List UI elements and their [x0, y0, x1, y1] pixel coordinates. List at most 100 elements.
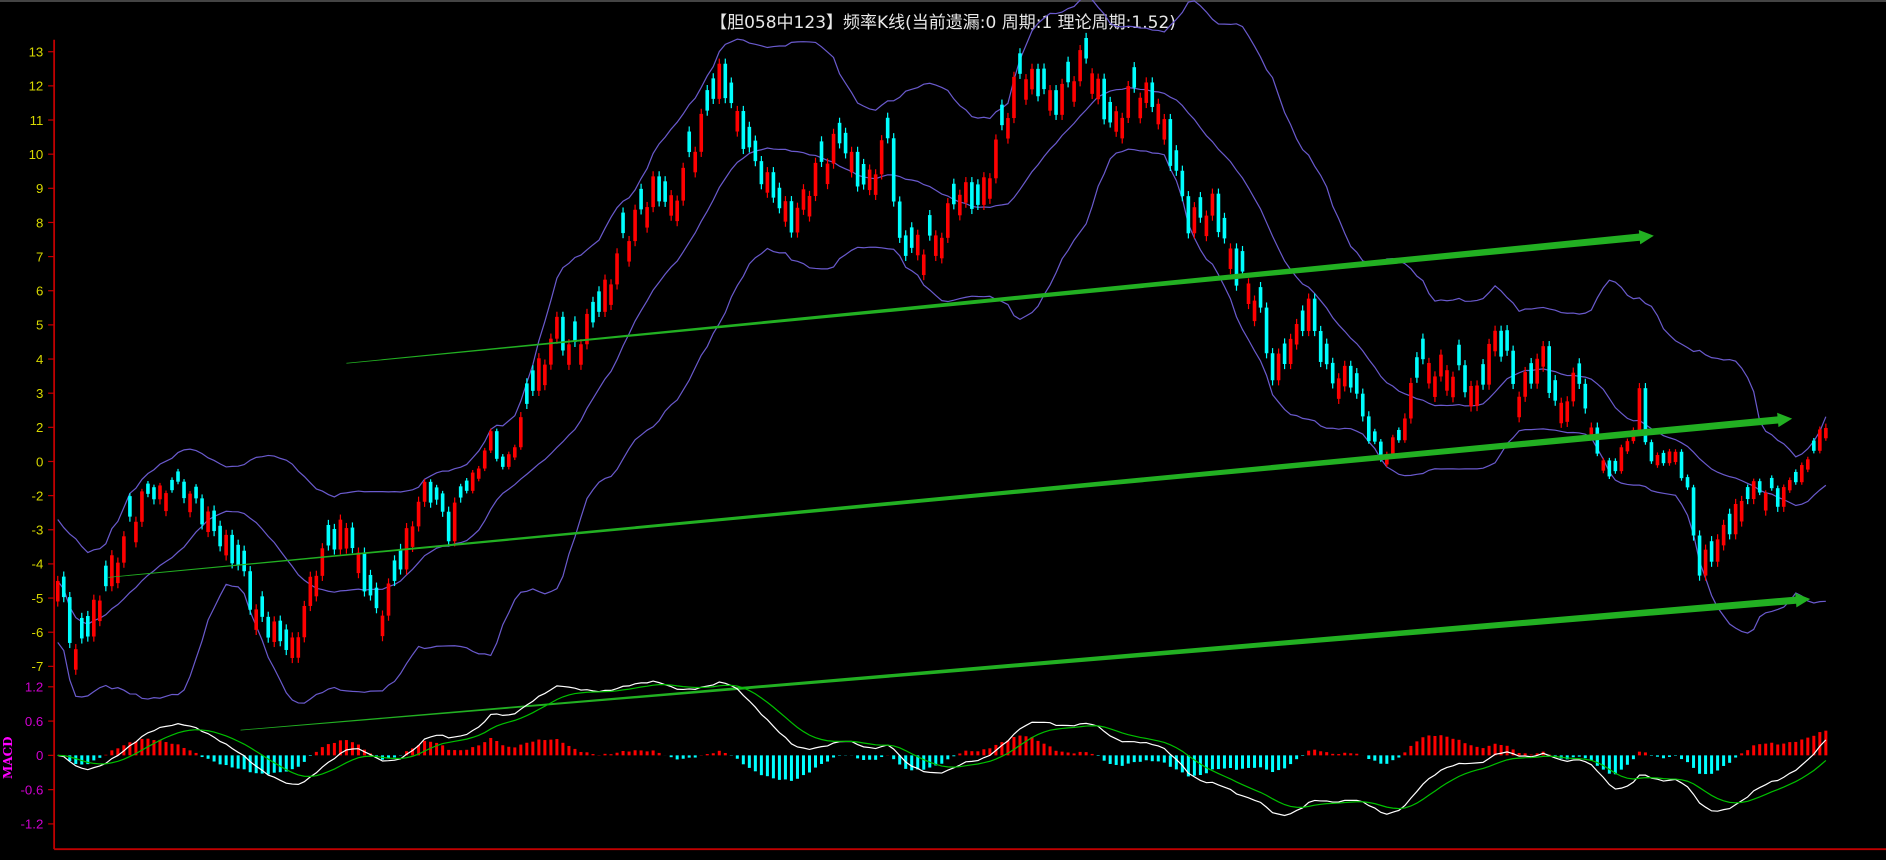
candle-up — [1078, 50, 1082, 82]
candle-down — [1397, 429, 1401, 441]
candle-up — [849, 151, 854, 173]
candle-down — [777, 187, 782, 209]
candle-up — [681, 167, 685, 201]
bollinger-upper — [57, 0, 1827, 554]
candle-down — [573, 321, 577, 342]
candle-down — [1150, 82, 1155, 107]
candle-up — [1559, 402, 1564, 424]
candle-down — [200, 498, 204, 525]
candle-down — [212, 510, 216, 532]
candle-down — [368, 574, 373, 596]
candle-down — [843, 132, 848, 154]
candle-up — [110, 555, 114, 587]
candle-up — [1126, 86, 1131, 118]
candle-up — [567, 344, 571, 365]
candle-down — [1300, 310, 1305, 332]
trend-arrow — [108, 412, 1793, 578]
candle-down — [1812, 440, 1816, 451]
candle-down — [500, 456, 505, 467]
candle-up — [873, 174, 878, 195]
candle-down — [1553, 380, 1558, 401]
candle-up — [1024, 79, 1028, 100]
candle-up — [543, 364, 547, 386]
candle-down — [711, 78, 716, 99]
candle-up — [188, 493, 192, 513]
candle-up — [1060, 83, 1064, 115]
candle-up — [813, 162, 818, 196]
candle-down — [362, 552, 367, 592]
candle-up — [55, 580, 60, 602]
candle-down — [494, 431, 499, 459]
price-tick-label: 13 — [29, 45, 44, 60]
candle-up — [506, 454, 511, 467]
candle-up — [1006, 118, 1010, 139]
price-tick-label: -6 — [32, 625, 44, 640]
candle-up — [1403, 418, 1407, 441]
candle-up — [783, 201, 788, 222]
candle-up — [1138, 97, 1143, 119]
price-y-ticks: 13 12 11 10 9 8 7 6 5 4 3 2 0 -2 -3 -4 -5 -6 -7 — [29, 45, 55, 674]
candle-up — [1012, 76, 1016, 119]
candle-up — [254, 609, 259, 630]
candle-down — [218, 525, 222, 547]
macd-tick-label: 1.2 — [25, 680, 43, 695]
candle-down — [531, 370, 535, 391]
candle-down — [1769, 477, 1774, 489]
candle-up — [795, 207, 800, 233]
candle-down — [1258, 287, 1263, 308]
price-tick-label: 6 — [36, 284, 43, 299]
candle-up — [699, 113, 704, 152]
macd-tick-label: -1.2 — [21, 817, 44, 832]
candle-down — [1222, 217, 1227, 239]
trend-arrow — [240, 593, 1811, 731]
candle-up — [1391, 437, 1395, 455]
candle-down — [1649, 442, 1654, 462]
candle-down — [621, 212, 625, 234]
candle-down — [1595, 427, 1600, 454]
candle-down — [1577, 363, 1582, 384]
candle-up — [1721, 524, 1726, 546]
candle-down — [1174, 150, 1179, 171]
candle-up — [579, 344, 583, 365]
macd-y-ticks: 1.2 0.6 0 -0.6 -1.2 — [21, 680, 55, 832]
candle-up — [825, 163, 830, 185]
candle-up — [1667, 451, 1672, 464]
candle-up — [1192, 207, 1197, 234]
candle-up — [1342, 365, 1347, 387]
candle-down — [1529, 363, 1533, 384]
candle-up — [807, 195, 812, 217]
candle-down — [332, 528, 337, 550]
price-tick-label: 8 — [36, 215, 43, 230]
candle-up — [717, 63, 722, 99]
candle-down — [392, 560, 397, 581]
candle-up — [1571, 372, 1576, 402]
candles — [55, 32, 1828, 675]
candle-down — [591, 301, 595, 323]
candle-down — [1709, 541, 1714, 562]
candle-down — [525, 383, 529, 404]
candle-down — [1415, 357, 1419, 378]
candle-up — [1739, 500, 1744, 522]
candle-down — [1373, 431, 1377, 442]
candle-up — [609, 284, 613, 305]
candle-down — [434, 487, 439, 500]
candle-down — [909, 227, 914, 248]
candle-up — [1048, 90, 1052, 111]
candle-down — [176, 471, 180, 482]
candle-up — [1439, 354, 1443, 377]
candle-up — [994, 139, 998, 179]
candle-down — [1234, 248, 1239, 286]
candle-up — [1162, 119, 1167, 140]
candle-down — [705, 90, 710, 111]
candle-up — [380, 615, 385, 637]
candle-down — [1457, 344, 1461, 366]
candle-down — [819, 141, 824, 162]
candle-down — [278, 620, 283, 642]
candle-down — [747, 126, 752, 148]
candle-up — [879, 140, 884, 175]
candle-down — [1691, 487, 1696, 536]
axes — [53, 39, 1886, 851]
candle-up — [290, 637, 295, 658]
candle-down — [729, 82, 734, 104]
candle-down — [970, 182, 974, 209]
